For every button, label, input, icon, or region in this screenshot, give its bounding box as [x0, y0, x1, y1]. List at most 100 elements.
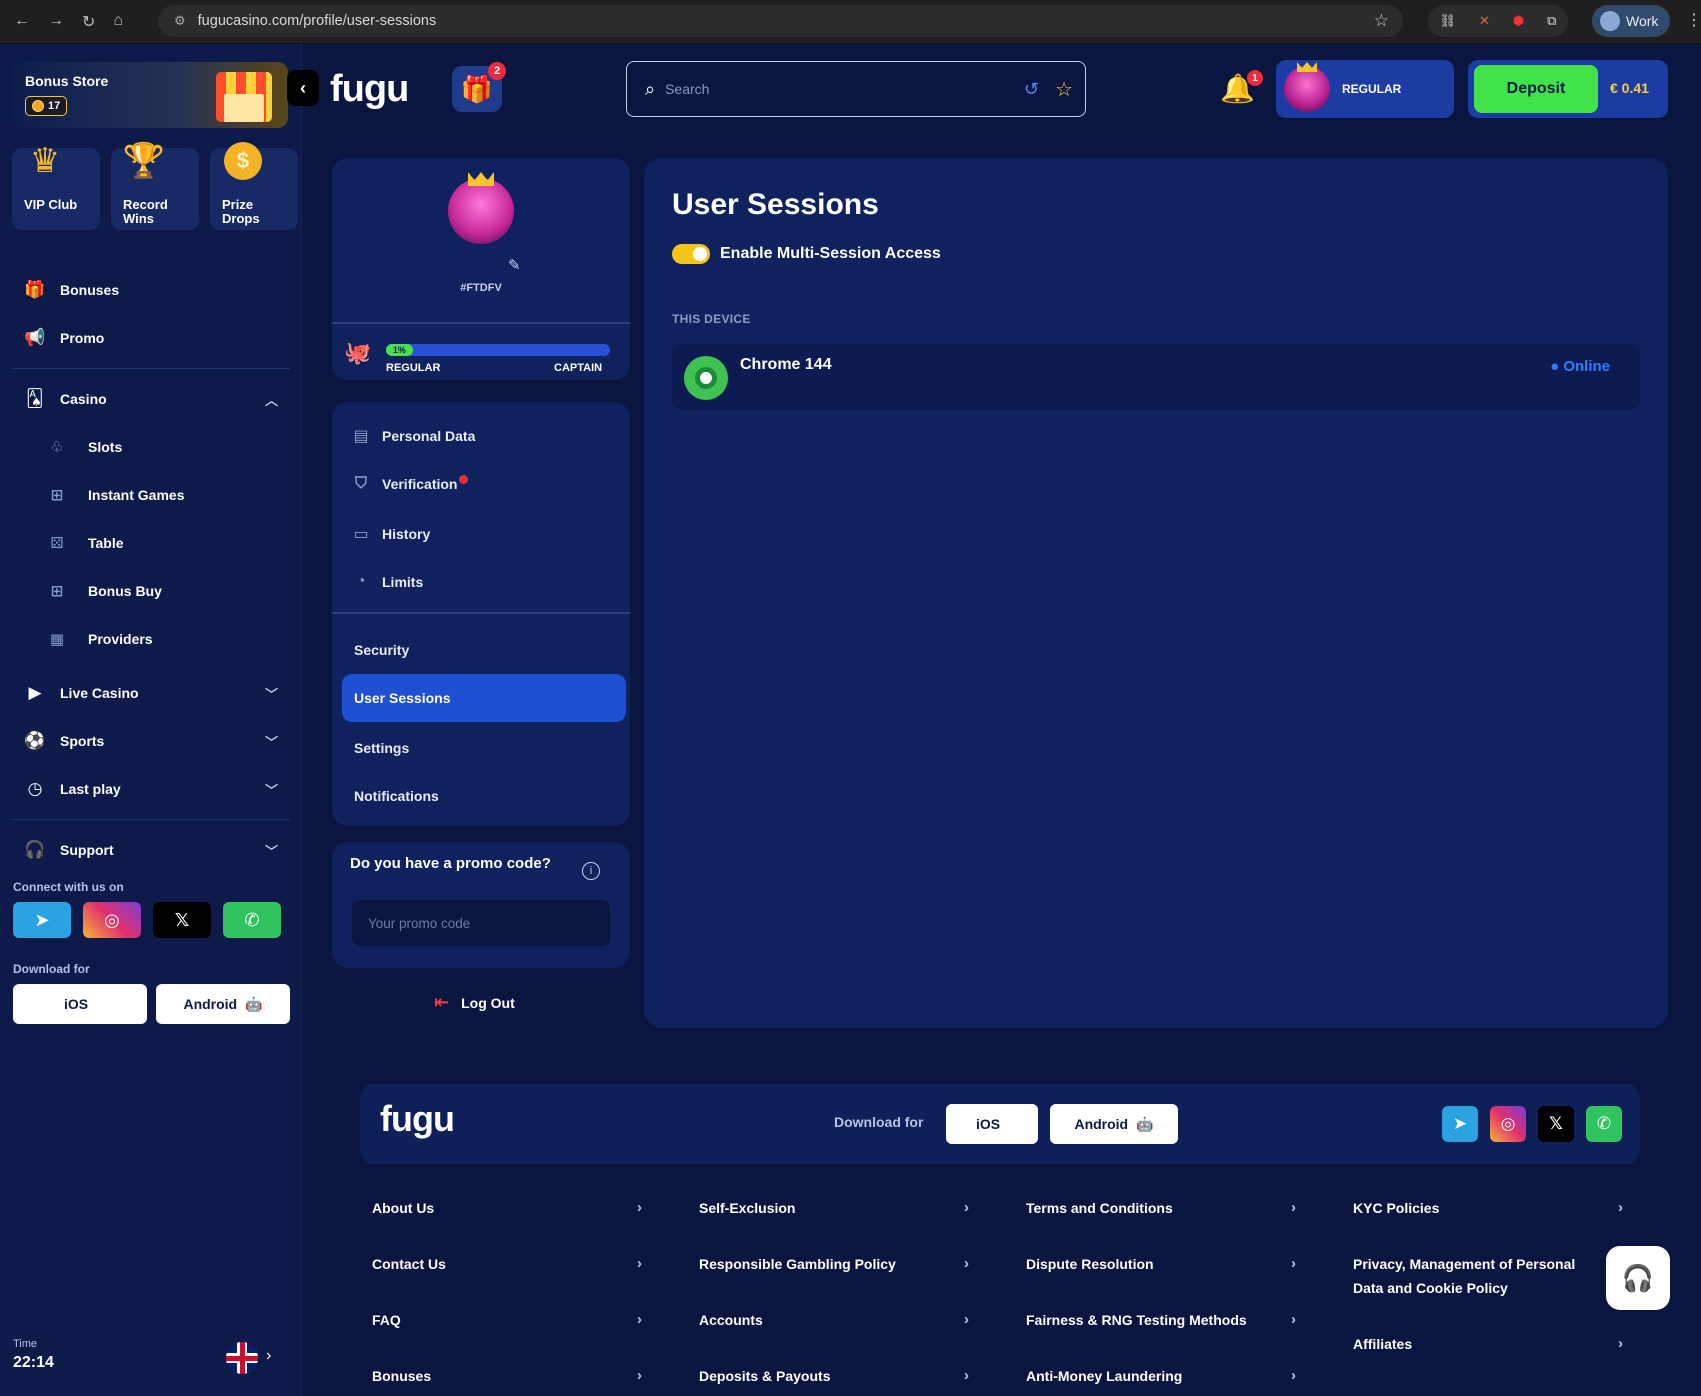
- sidebar-item-slots[interactable]: ♧ Slots: [12, 423, 290, 471]
- uk-flag-icon[interactable]: [226, 1342, 258, 1374]
- vip-club-tile[interactable]: ♛ VIP Club: [12, 142, 100, 230]
- sidebar-item-instant-games[interactable]: ⊞ Instant Games: [12, 471, 290, 519]
- footer-link[interactable]: Contact Us ›: [372, 1252, 642, 1276]
- logout-button[interactable]: ⇤ Log Out: [434, 992, 515, 1013]
- menu-item-verification[interactable]: ⛉ Verification: [342, 460, 626, 508]
- notifications-button[interactable]: 🔔 1: [1220, 70, 1263, 105]
- favorite-star-icon[interactable]: ☆: [1055, 77, 1073, 102]
- download-android-button[interactable]: Android 🤖: [156, 984, 290, 1024]
- crown-icon: ♛: [29, 142, 61, 180]
- search-bar[interactable]: ⌕ ↺ ☆: [626, 61, 1086, 117]
- forward-icon[interactable]: →: [48, 12, 64, 32]
- footer-logo[interactable]: fugu: [380, 1098, 455, 1140]
- sidebar-item-table[interactable]: ⚄ Table: [12, 519, 290, 567]
- download-label: Download for: [13, 962, 90, 976]
- footer-android-button[interactable]: Android 🤖: [1050, 1104, 1178, 1144]
- search-input[interactable]: [665, 81, 1006, 97]
- sidebar-item-casino[interactable]: 🂡 Casino ︿: [12, 375, 290, 423]
- puzzle-icon[interactable]: ⧉: [1547, 13, 1556, 29]
- footer-link[interactable]: Privacy, Management of Personal Data and…: [1353, 1252, 1593, 1300]
- reload-icon[interactable]: ↻: [82, 12, 95, 32]
- footer-link[interactable]: Self-Exclusion ›: [699, 1196, 969, 1220]
- android-icon: 🤖: [245, 995, 263, 1012]
- x-button[interactable]: 𝕏: [153, 902, 211, 938]
- footer-link[interactable]: About Us ›: [372, 1196, 642, 1220]
- footer-link[interactable]: Deposits & Payouts ›: [699, 1364, 969, 1388]
- menu-item-notifications[interactable]: Notifications: [342, 772, 626, 820]
- telegram-button[interactable]: ➤: [1442, 1106, 1478, 1142]
- instagram-button[interactable]: ◎: [1490, 1106, 1526, 1142]
- footer-link[interactable]: Fairness & RNG Testing Methods ›: [1026, 1308, 1296, 1332]
- sidebar-item-support[interactable]: 🎧 Support ﹀: [12, 826, 290, 874]
- site-logo[interactable]: fugu: [330, 68, 409, 111]
- instagram-button[interactable]: ◎: [83, 902, 141, 938]
- prize-drops-tile[interactable]: $ Prize Drops: [210, 142, 298, 230]
- sidebar-item-live-casino[interactable]: ▶ Live Casino ﹀: [12, 669, 290, 717]
- footer-link[interactable]: Anti-Money Laundering ›: [1026, 1364, 1296, 1388]
- menu-item-label: Verification: [382, 476, 458, 492]
- sidebar-item-sports[interactable]: ⚽ Sports ﹀: [12, 717, 290, 765]
- footer-link[interactable]: Terms and Conditions ›: [1026, 1196, 1296, 1220]
- collapse-sidebar-button[interactable]: ‹: [287, 70, 319, 106]
- extension-icon[interactable]: ⛓: [1439, 13, 1456, 29]
- whatsapp-button[interactable]: ✆: [1586, 1106, 1622, 1142]
- extension-icon[interactable]: ✕: [1479, 13, 1490, 29]
- sidebar-item-providers[interactable]: ▦ Providers: [12, 615, 290, 663]
- sidebar-item-promo[interactable]: 📢 Promo: [12, 314, 290, 362]
- footer-ios-button[interactable]: iOS: [946, 1104, 1038, 1144]
- footer-link-label: Fairness & RNG Testing Methods: [1026, 1312, 1247, 1328]
- footer-link[interactable]: KYC Policies ›: [1353, 1196, 1623, 1220]
- edit-pencil-icon[interactable]: ✎: [508, 256, 521, 274]
- x-button[interactable]: 𝕏: [1538, 1106, 1574, 1142]
- support-chat-button[interactable]: 🎧: [1606, 1246, 1670, 1310]
- deposit-button[interactable]: Deposit: [1474, 65, 1598, 113]
- footer-link[interactable]: Dispute Resolution ›: [1026, 1252, 1296, 1276]
- menu-item-label: User Sessions: [354, 690, 451, 706]
- footer-link[interactable]: FAQ ›: [372, 1308, 642, 1332]
- footer-link[interactable]: Responsible Gambling Policy ›: [699, 1252, 969, 1276]
- menu-item-history[interactable]: ▭ History: [342, 510, 626, 558]
- site-settings-icon[interactable]: ⚙: [174, 13, 186, 29]
- telegram-icon: ➤: [34, 909, 50, 930]
- menu-item-settings[interactable]: Settings: [342, 724, 626, 772]
- browser-menu-icon[interactable]: ⋮: [1686, 10, 1701, 30]
- telegram-button[interactable]: ➤: [13, 902, 71, 938]
- whatsapp-button[interactable]: ✆: [223, 902, 281, 938]
- headset-icon: 🎧: [24, 840, 46, 859]
- shop-icon: [216, 72, 272, 122]
- multi-session-toggle[interactable]: [672, 244, 710, 264]
- divider: [332, 612, 630, 614]
- footer-link[interactable]: Accounts ›: [699, 1308, 969, 1332]
- time-label: Time: [13, 1338, 38, 1350]
- bonus-store-card[interactable]: Bonus Store 17: [12, 62, 288, 128]
- footer-link[interactable]: Bonuses ›: [372, 1364, 642, 1388]
- footer-link-label: Accounts: [699, 1312, 763, 1328]
- x-icon: 𝕏: [174, 909, 190, 930]
- promo-code-input[interactable]: [352, 900, 610, 946]
- bookmark-star-icon[interactable]: ☆: [1374, 11, 1389, 31]
- sidebar-item-last-play[interactable]: ◷ Last play ﹀: [12, 765, 290, 813]
- home-icon[interactable]: ⌂: [113, 12, 123, 32]
- sidebar-item-bonus-buy[interactable]: ⊞ Bonus Buy: [12, 567, 290, 615]
- sidebar-item-label: Slots: [88, 439, 123, 455]
- menu-item-personal-data[interactable]: ▤ Personal Data: [342, 412, 626, 460]
- record-wins-tile[interactable]: 🏆 Record Wins: [111, 142, 199, 230]
- menu-item-security[interactable]: Security: [342, 626, 626, 674]
- chevron-right-icon[interactable]: ›: [266, 1347, 271, 1365]
- history-icon[interactable]: ↺: [1024, 79, 1039, 100]
- menu-item-user-sessions[interactable]: User Sessions: [342, 674, 626, 722]
- back-icon[interactable]: ←: [14, 12, 30, 32]
- browser-profile-button[interactable]: Work: [1592, 5, 1670, 37]
- extension-icon[interactable]: ⬢: [1513, 13, 1524, 29]
- footer-link[interactable]: Affiliates ›: [1353, 1332, 1623, 1356]
- menu-item-limits[interactable]: ◔ Limits: [342, 558, 626, 606]
- sidebar-item-bonuses[interactable]: 🎁 Bonuses: [12, 266, 290, 314]
- info-icon[interactable]: i: [582, 862, 600, 880]
- download-ios-button[interactable]: iOS: [13, 984, 147, 1024]
- footer-bar: fugu Download for iOS Android 🤖 ➤ ◎ 𝕏 ✆: [360, 1084, 1640, 1164]
- address-bar[interactable]: ⚙ fugucasino.com/profile/user-sessions ☆: [158, 5, 1403, 37]
- gifts-button[interactable]: 🎁 2: [452, 62, 506, 112]
- user-profile-chip[interactable]: REGULAR: [1276, 60, 1454, 118]
- chevron-right-icon: ›: [637, 1199, 642, 1216]
- footer-link-label: FAQ: [372, 1312, 401, 1328]
